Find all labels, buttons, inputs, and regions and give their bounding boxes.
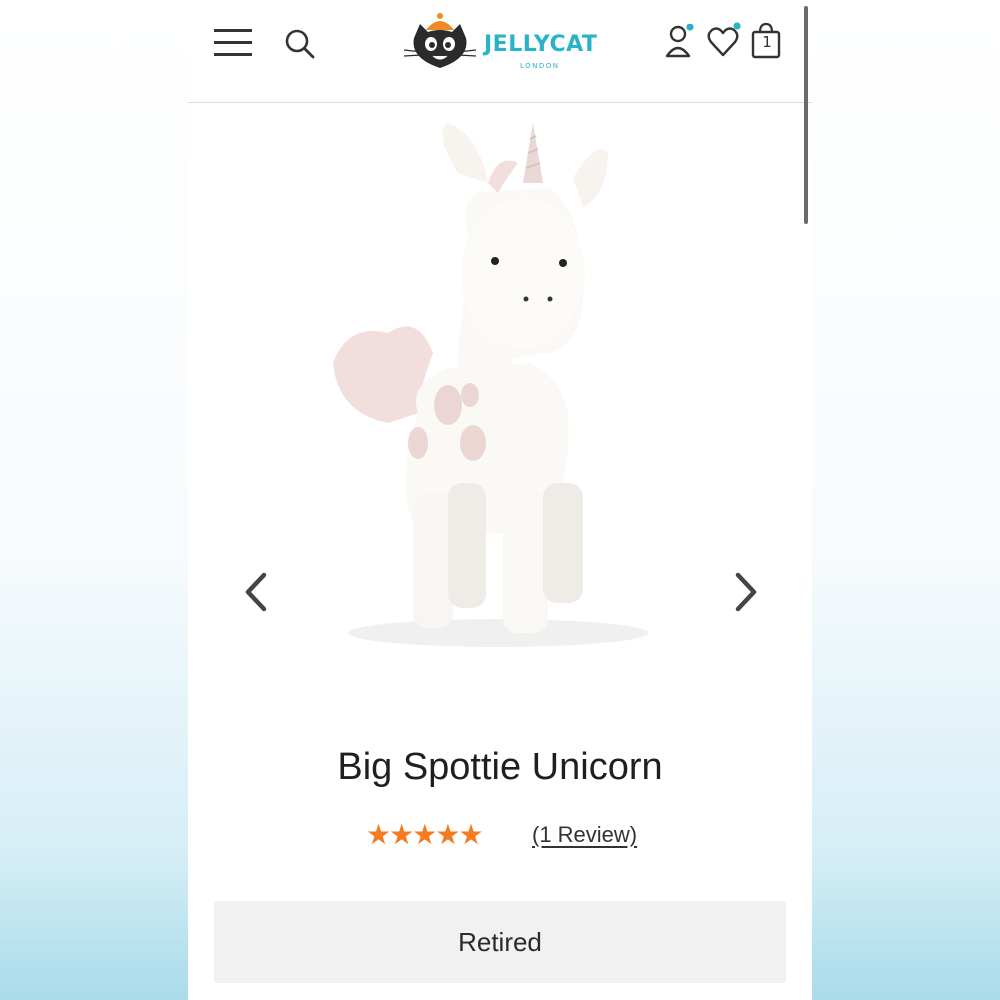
brand-name: JELLYCAT: [484, 32, 598, 57]
chevron-left-icon[interactable]: [238, 567, 278, 617]
product-title: Big Spottie Unicorn: [337, 746, 663, 788]
star-icon: ★: [366, 818, 392, 851]
product-gallery: [188, 103, 812, 723]
star-rating: ★★★★★: [366, 818, 484, 851]
product-rating: ★★★★★ (1 Review): [366, 820, 646, 850]
brand-subtitle: LONDON: [520, 62, 560, 70]
brand-logo[interactable]: JELLYCAT LONDON: [400, 10, 600, 80]
chevron-right-icon[interactable]: [724, 567, 764, 617]
bag-icon[interactable]: 1: [750, 22, 784, 60]
bag-count-badge: 1: [762, 33, 772, 51]
site-header: JELLYCAT LONDON 1: [188, 0, 812, 103]
star-icon: ★: [412, 818, 438, 851]
search-icon[interactable]: [284, 28, 316, 60]
star-icon: ★: [435, 818, 461, 851]
cat-logo-icon: [403, 13, 477, 68]
menu-icon[interactable]: [214, 28, 252, 58]
mobile-page: JELLYCAT LONDON 1 Big Spottie Unicorn ★★…: [188, 0, 812, 1000]
account-icon[interactable]: [664, 23, 698, 60]
status-label: Retired: [458, 926, 542, 957]
retired-status-button[interactable]: Retired: [214, 901, 786, 983]
star-icon: ★: [389, 818, 415, 851]
star-icon: ★: [458, 818, 484, 851]
reviews-link[interactable]: (1 Review): [532, 822, 637, 848]
heart-icon[interactable]: [706, 22, 744, 60]
product-image[interactable]: [298, 113, 698, 673]
